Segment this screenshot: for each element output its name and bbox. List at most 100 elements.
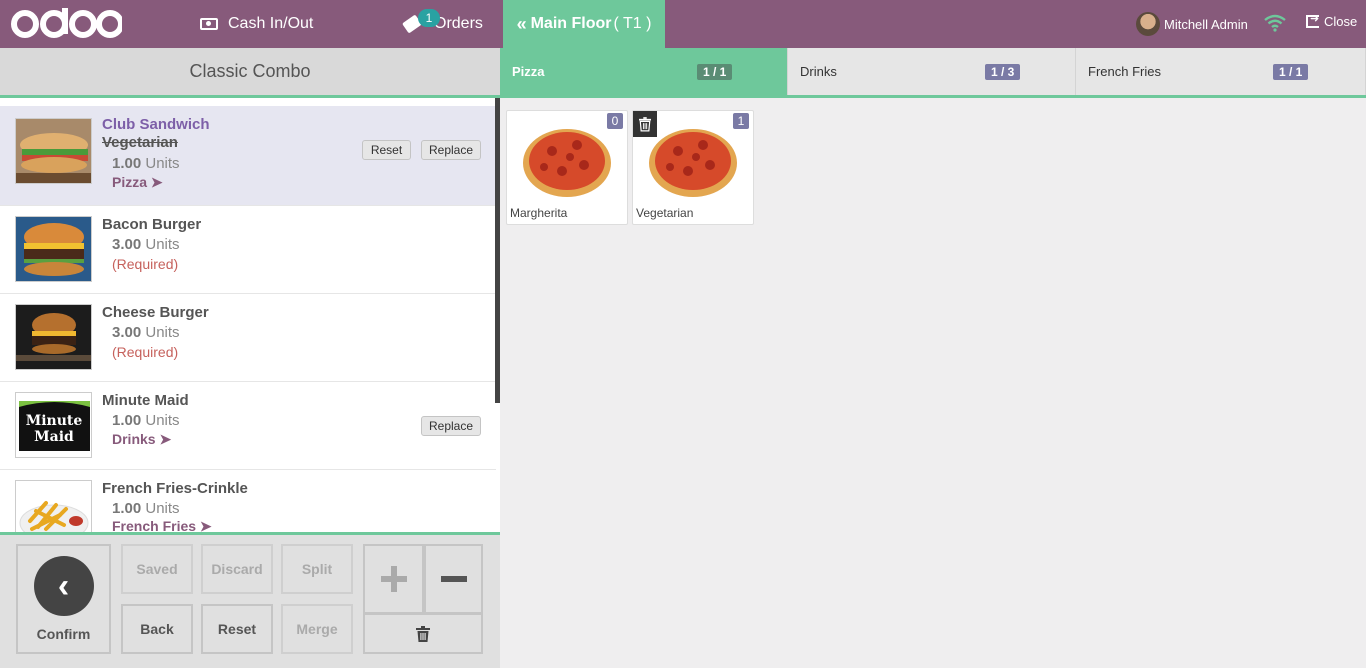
odoo-logo xyxy=(10,6,122,42)
plus-icon xyxy=(380,566,407,592)
reset-line-button[interactable]: Reset xyxy=(362,140,411,160)
top-bar: Cash In/Out 1 Orders « Main Floor ( T1 )… xyxy=(0,0,1366,48)
cash-in-out-button[interactable]: Cash In/Out xyxy=(200,0,313,48)
club-sandwich-image xyxy=(15,118,92,184)
close-label: Close xyxy=(1324,14,1358,29)
cheese-burger-image xyxy=(15,304,92,370)
avatar xyxy=(1136,12,1160,36)
product-card-vegetarian[interactable]: 1 Vegetarian xyxy=(632,110,754,225)
tab-label: Pizza xyxy=(512,64,545,79)
orders-button[interactable]: 1 Orders xyxy=(402,0,483,48)
tab-drinks[interactable]: Drinks 1 / 3 xyxy=(788,48,1076,95)
orders-label: Orders xyxy=(434,15,483,32)
replace-line-button[interactable]: Replace xyxy=(421,416,481,436)
french-fries-image xyxy=(15,480,92,532)
line-product-name: French Fries-Crinkle xyxy=(102,480,248,497)
chevron-left-icon: ‹ xyxy=(33,556,94,616)
combo-line-cheese-burger[interactable]: Cheese Burger 3.00 Units (Required) xyxy=(0,294,496,382)
wifi-icon xyxy=(1264,14,1286,37)
plus-button[interactable] xyxy=(363,544,424,614)
double-chevron-left-icon: « xyxy=(516,13,527,34)
reset-button[interactable]: Reset xyxy=(201,604,273,654)
remove-product-button[interactable] xyxy=(633,111,657,137)
line-quantity-unit: Units xyxy=(145,155,180,172)
user-name: Mitchell Admin xyxy=(1164,16,1248,32)
tab-count-badge: 1 / 3 xyxy=(985,64,1021,80)
confirm-button[interactable]: ‹ Confirm xyxy=(16,544,111,654)
line-quantity-value: 1.00 xyxy=(112,412,142,429)
tab-pizza[interactable]: Pizza 1 / 1 xyxy=(500,48,788,95)
line-required-note: (Required) xyxy=(112,256,179,272)
line-quantity-unit: Units xyxy=(145,236,180,253)
line-quantity: 1.00 Units xyxy=(112,155,180,172)
line-required-note: (Required) xyxy=(112,344,179,360)
trash-icon xyxy=(639,117,651,132)
bacon-burger-image xyxy=(15,216,92,282)
line-product-name: Cheese Burger xyxy=(102,304,209,321)
tab-count-badge: 1 / 1 xyxy=(697,64,733,80)
trash-icon xyxy=(416,625,430,642)
line-product-name: Club Sandwich xyxy=(102,116,210,133)
line-quantity-unit: Units xyxy=(145,324,180,341)
orders-count-badge: 1 xyxy=(418,9,440,27)
back-button[interactable]: Back xyxy=(121,604,193,654)
line-product-name: Minute Maid xyxy=(102,392,189,409)
replace-line-button[interactable]: Replace xyxy=(421,140,481,160)
delete-button[interactable] xyxy=(363,613,483,654)
combo-line-french-fries[interactable]: French Fries-Crinkle 1.00 Units French F… xyxy=(0,470,496,532)
sign-out-icon xyxy=(1306,12,1319,28)
line-quantity-value: 1.00 xyxy=(112,155,142,172)
confirm-label: Confirm xyxy=(36,626,91,642)
line-category-label: French Fries xyxy=(112,518,197,532)
pizza-image xyxy=(649,129,737,197)
line-quantity-unit: Units xyxy=(145,500,180,517)
user-menu[interactable]: Mitchell Admin xyxy=(1136,12,1248,36)
line-category-link[interactable]: French Fries ➤ xyxy=(112,518,212,532)
product-card-margherita[interactable]: 0 Margherita xyxy=(506,110,628,225)
line-category-link[interactable]: Pizza ➤ xyxy=(112,174,163,191)
combo-line-club-sandwich[interactable]: Club Sandwich Vegetarian 1.00 Units Pizz… xyxy=(0,106,496,206)
combo-line-bacon-burger[interactable]: Bacon Burger 3.00 Units (Required) xyxy=(0,206,496,294)
line-variant-name: Vegetarian xyxy=(102,134,178,151)
tab-count-badge: 1 / 1 xyxy=(1273,64,1309,80)
combo-category-tabs: Pizza 1 / 1 Drinks 1 / 3 French Fries 1 … xyxy=(500,48,1366,98)
order-list-scrollbar[interactable] xyxy=(495,98,500,403)
line-product-name: Bacon Burger xyxy=(102,216,202,233)
combo-title: Classic Combo xyxy=(0,48,500,98)
product-count-badge: 1 xyxy=(733,113,749,129)
combo-line-minute-maid[interactable]: Minute Maid Minute Maid 1.00 Units Drink… xyxy=(0,382,496,470)
tab-french-fries[interactable]: French Fries 1 / 1 xyxy=(1076,48,1366,95)
location-arrow-icon: ➤ xyxy=(199,518,212,532)
line-category-link[interactable]: Drinks ➤ xyxy=(112,431,171,448)
line-quantity-value: 1.00 xyxy=(112,500,142,517)
discard-button[interactable]: Discard xyxy=(201,544,273,594)
floor-label: Main Floor xyxy=(530,15,612,32)
table-label: ( T1 ) xyxy=(613,15,652,32)
close-button[interactable]: Close xyxy=(1306,12,1358,29)
line-quantity-value: 3.00 xyxy=(112,236,142,253)
control-panel: ‹ Confirm Saved Discard Split Back Reset… xyxy=(0,532,500,668)
minus-icon xyxy=(440,576,467,582)
line-category-label: Pizza xyxy=(112,174,148,190)
product-name: Vegetarian xyxy=(636,206,694,220)
line-quantity-value: 3.00 xyxy=(112,324,142,341)
minus-button[interactable] xyxy=(424,544,483,614)
line-category-label: Drinks xyxy=(112,431,156,447)
line-quantity: 3.00 Units xyxy=(112,236,180,253)
tab-label: French Fries xyxy=(1088,64,1161,79)
minute-maid-image: Minute Maid xyxy=(15,392,92,458)
pizza-image xyxy=(523,129,611,197)
line-quantity: 1.00 Units xyxy=(112,500,180,517)
line-quantity-unit: Units xyxy=(145,412,180,429)
line-quantity: 1.00 Units xyxy=(112,412,180,429)
product-count-badge: 0 xyxy=(607,113,623,129)
svg-text:Minute: Minute xyxy=(26,413,83,429)
saved-button[interactable]: Saved xyxy=(121,544,193,594)
main-floor-button[interactable]: « Main Floor ( T1 ) xyxy=(503,0,665,48)
merge-button[interactable]: Merge xyxy=(281,604,353,654)
split-button[interactable]: Split xyxy=(281,544,353,594)
cash-in-out-label: Cash In/Out xyxy=(228,15,314,32)
product-name: Margherita xyxy=(510,206,568,220)
svg-text:Maid: Maid xyxy=(34,429,74,445)
location-arrow-icon: ➤ xyxy=(150,174,163,190)
